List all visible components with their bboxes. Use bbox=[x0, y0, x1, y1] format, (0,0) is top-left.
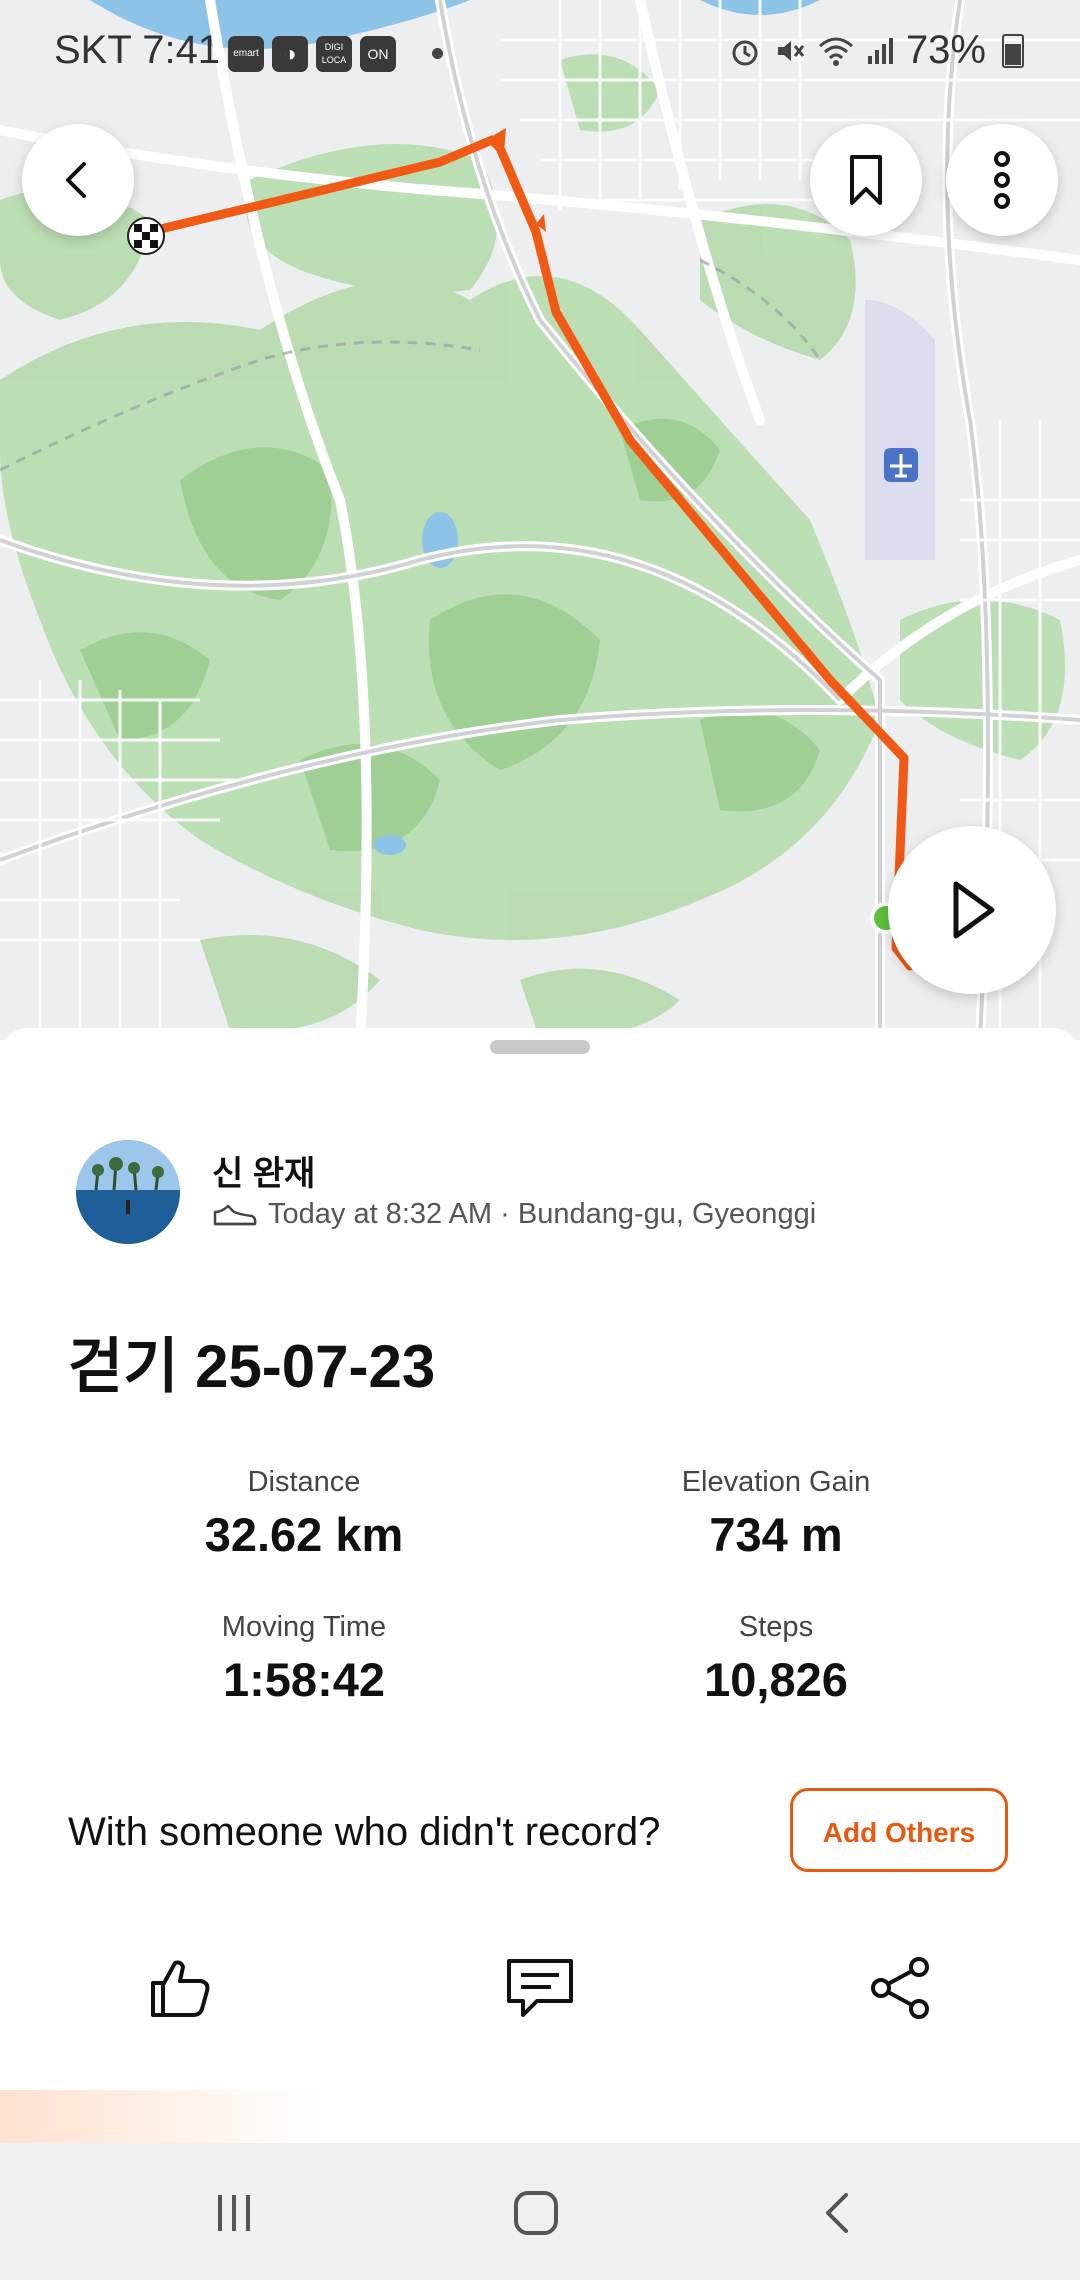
battery-percent: 73% bbox=[905, 28, 986, 72]
battery-icon bbox=[1002, 33, 1024, 68]
emart-icon: emart bbox=[228, 36, 264, 72]
on-icon: ON bbox=[360, 36, 396, 72]
activity-meta: Today at 8:32 AM · Bundang-gu, Gyeonggi bbox=[212, 1198, 816, 1231]
stat-label: Steps bbox=[738, 1611, 814, 1643]
activity-title: 걷기 25-07-23 bbox=[68, 1333, 436, 1400]
next-section-peek bbox=[0, 2090, 1080, 2144]
more-options-button[interactable] bbox=[946, 124, 1058, 236]
stat-value: 734 m bbox=[709, 1508, 843, 1561]
status-carrier: SKT bbox=[54, 28, 132, 72]
alarm-icon bbox=[732, 40, 758, 65]
shoe-icon bbox=[213, 1204, 257, 1225]
sheet-drag-handle[interactable] bbox=[490, 1040, 590, 1054]
activity-sheet: 신 완재 Today at 8:32 AM · Bundang-gu, Gyeo… bbox=[0, 1028, 1080, 2143]
stat-steps: Steps 10,826 bbox=[586, 1611, 966, 1707]
kudos-button[interactable] bbox=[130, 1938, 230, 2038]
comment-button[interactable] bbox=[490, 1938, 590, 2038]
athlete-name[interactable]: 신 완재 bbox=[212, 1146, 315, 1195]
status-bar: SKT 7:41 emart ◑ DIGI LOCA ON 73% bbox=[0, 0, 1080, 108]
back-icon bbox=[66, 162, 86, 198]
finish-flag-icon bbox=[127, 217, 165, 255]
system-nav-bar bbox=[0, 2143, 1080, 2280]
notification-dot bbox=[432, 48, 443, 59]
stat-moving-time: Moving Time 1:58:42 bbox=[114, 1611, 494, 1707]
avatar[interactable] bbox=[76, 1140, 180, 1244]
recent-apps-icon bbox=[218, 2195, 250, 2231]
status-app-icons: emart ◑ DIGI LOCA ON bbox=[228, 36, 396, 72]
action-bar bbox=[0, 1938, 1080, 2058]
thumbs-up-icon bbox=[151, 1960, 210, 2017]
system-back-button[interactable] bbox=[808, 2183, 868, 2243]
share-button[interactable] bbox=[850, 1938, 950, 2038]
stat-value: 1:58:42 bbox=[223, 1653, 385, 1706]
airport-icon bbox=[884, 448, 918, 482]
stat-value: 10,826 bbox=[704, 1653, 848, 1706]
stat-distance: Distance 32.62 km bbox=[114, 1466, 494, 1562]
stat-value: 32.62 km bbox=[204, 1508, 404, 1561]
status-carrier-time: SKT 7:41 bbox=[54, 28, 220, 73]
stat-label: Moving Time bbox=[221, 1611, 387, 1643]
signal-icon bbox=[867, 37, 893, 64]
unrecorded-partner-prompt: With someone who didn't record? bbox=[68, 1810, 661, 1854]
bookmark-icon bbox=[850, 155, 882, 205]
moon-icon: ◑ bbox=[272, 36, 308, 72]
back-button[interactable] bbox=[22, 124, 134, 236]
play-icon bbox=[953, 881, 995, 939]
play-flyover-button[interactable] bbox=[888, 826, 1056, 994]
home-button[interactable] bbox=[506, 2183, 566, 2243]
wifi-icon bbox=[818, 37, 853, 66]
stat-label: Distance bbox=[247, 1466, 361, 1498]
add-others-button[interactable]: Add Others bbox=[790, 1788, 1008, 1872]
bookmark-button[interactable] bbox=[810, 124, 922, 236]
share-icon bbox=[871, 1957, 929, 2019]
activity-meta-text: Today at 8:32 AM · Bundang-gu, Gyeonggi bbox=[268, 1198, 817, 1230]
system-back-icon bbox=[826, 2193, 848, 2233]
recent-apps-button[interactable] bbox=[204, 2183, 264, 2243]
stat-label: Elevation Gain bbox=[681, 1466, 871, 1498]
status-right: 73% bbox=[728, 28, 1024, 73]
digiloca-icon: DIGI LOCA bbox=[316, 36, 352, 72]
stat-elevation-gain: Elevation Gain 734 m bbox=[586, 1466, 966, 1562]
status-time: 7:41 bbox=[142, 28, 221, 72]
home-icon bbox=[514, 2191, 558, 2235]
more-icon bbox=[994, 151, 1010, 209]
mute-icon bbox=[777, 40, 805, 61]
comment-icon bbox=[507, 1959, 573, 2017]
